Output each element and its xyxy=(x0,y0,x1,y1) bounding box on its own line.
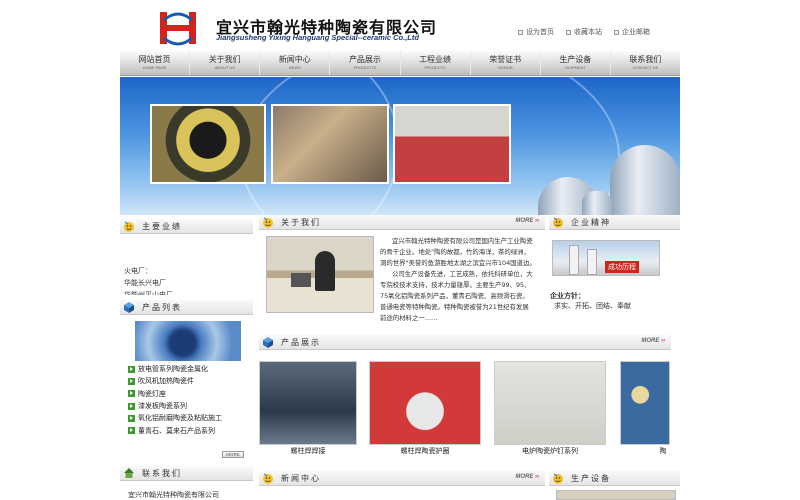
product-caption[interactable]: 螺柱焊陶瓷护圈 xyxy=(369,446,481,456)
chimney-graphic xyxy=(569,245,579,275)
product-list-item[interactable]: 陶瓷灯座 xyxy=(128,388,222,400)
bullet-icon xyxy=(566,29,571,35)
product-card-furnace-nail[interactable] xyxy=(494,361,606,445)
set-homepage-link[interactable]: 设为首页 xyxy=(518,27,554,37)
nav-honor[interactable]: 荣誉证书 HONOR xyxy=(471,50,541,75)
spirit-title: 企业精神 xyxy=(571,217,611,227)
company-name-en: Jiangsusheng Yixing Hanguang Special--ce… xyxy=(216,33,419,42)
green-arrow-icon xyxy=(128,390,135,398)
smiley-icon xyxy=(263,473,273,484)
about-text: 宜兴市翰光特种陶瓷有限公司是国内生产工业陶瓷 的骨干企业。地处"陶的故都，竹的海… xyxy=(380,237,536,322)
spirit-header: 企业精神 xyxy=(549,215,680,230)
main-business-header: 主要业绩 xyxy=(120,219,253,234)
nav-home[interactable]: 网站首页 HOME PAGE xyxy=(120,50,191,75)
nav-about[interactable]: 关于我们 ABOUT US xyxy=(190,50,261,75)
person-figure xyxy=(315,251,335,291)
bookmark-link[interactable]: 收藏本站 xyxy=(566,27,602,37)
computer-monitor xyxy=(291,273,311,287)
about-header: 关于我们 MORE ›› xyxy=(259,215,545,230)
product-card-stud-weld[interactable] xyxy=(259,361,357,445)
about-photo xyxy=(266,236,374,313)
products-show-title: 产品展示 xyxy=(281,337,321,347)
cube-icon xyxy=(263,337,273,348)
product-list-item[interactable]: 氧化铝耐磨陶瓷及粘贴施工 xyxy=(128,412,222,424)
chimney-graphic xyxy=(587,249,597,275)
bullet-icon xyxy=(614,29,619,35)
green-arrow-icon xyxy=(128,377,135,385)
banner-storage-tank xyxy=(582,191,612,215)
main-business-title: 主要业绩 xyxy=(142,221,182,231)
product-card-ceramic-ring[interactable] xyxy=(369,361,481,445)
product-list-item[interactable]: 放电管系列陶瓷金属化 xyxy=(128,363,222,375)
banner-photo-ceramic-worker xyxy=(271,104,389,184)
main-nav: 网站首页 HOME PAGE 关于我们 ABOUT US 新闻中心 NEWS 产品展示… xyxy=(120,50,680,76)
green-arrow-icon xyxy=(128,427,135,435)
product-caption[interactable]: 陶 xyxy=(656,446,670,456)
product-caption[interactable]: 电炉陶瓷炉钉系列 xyxy=(494,446,606,456)
banner-photo-ceramic-tiles xyxy=(393,104,511,184)
about-title: 关于我们 xyxy=(281,217,321,227)
nav-contact[interactable]: 联系我们 CONTACT US xyxy=(611,50,680,75)
product-caption[interactable]: 螺柱焊焊接 xyxy=(259,446,357,456)
product-list-title: 产品列表 xyxy=(142,302,182,312)
hero-banner xyxy=(120,77,680,215)
about-more-link[interactable]: MORE ›› xyxy=(515,218,539,224)
products-show-header: 产品展示 MORE ›› xyxy=(259,335,671,350)
products-more-link[interactable]: MORE ›› xyxy=(641,338,665,344)
cube-icon xyxy=(124,302,134,313)
product-list-header: 产品列表 xyxy=(120,300,253,315)
contact-title: 联系我们 xyxy=(142,468,182,478)
equipment-photo[interactable] xyxy=(556,490,676,500)
policy-text: 求实、开拓、团结、奉献 xyxy=(554,302,631,310)
smiley-icon xyxy=(553,217,563,228)
nav-equipment[interactable]: 生产设备 OUIPMENT xyxy=(541,50,611,75)
contact-header: 联系我们 xyxy=(120,466,253,481)
success-history-banner[interactable]: 成功历程 xyxy=(552,240,660,276)
equipment-header: 生产设备 xyxy=(549,471,680,486)
bullet-icon xyxy=(518,29,523,35)
success-history-label: 成功历程 xyxy=(605,261,639,273)
house-icon xyxy=(124,468,134,478)
green-arrow-icon xyxy=(128,414,135,422)
product-list-item[interactable]: 吹风机加热陶瓷件 xyxy=(128,375,222,387)
news-header: 新闻中心 MORE ›› xyxy=(259,471,545,486)
product-list-image[interactable] xyxy=(134,320,242,362)
smiley-icon xyxy=(553,473,563,484)
product-card-partial[interactable] xyxy=(620,361,670,445)
smiley-icon xyxy=(263,217,273,228)
nav-products[interactable]: 产品展示 PRODUCTS xyxy=(330,50,401,75)
equipment-title: 生产设备 xyxy=(571,473,611,483)
green-arrow-icon xyxy=(128,365,135,373)
page: 宜兴市翰光特种陶瓷有限公司 Jiangsusheng Yixing Hangua… xyxy=(120,0,680,500)
main-business-list: 火电厂： 华能长兴电厂 华能州平山电厂 xyxy=(124,267,173,295)
green-arrow-icon xyxy=(128,402,135,410)
smiley-icon xyxy=(124,221,134,232)
product-list-items: 放电管系列陶瓷金属化 吹风机加热陶瓷件 陶瓷灯座 漆发板陶瓷系列 氧化铝耐磨陶瓷… xyxy=(128,363,222,437)
product-list-item[interactable]: 漆发板陶瓷系列 xyxy=(128,400,222,412)
nav-news[interactable]: 新闻中心 NEWS xyxy=(260,50,331,75)
banner-photo-kiln-worker xyxy=(150,104,266,184)
product-list-more-button[interactable]: MORE xyxy=(222,451,244,458)
news-more-link[interactable]: MORE ›› xyxy=(515,474,539,480)
banner-storage-tank xyxy=(610,145,680,215)
contact-line: 宜兴市翰光特种陶瓷有限公司 xyxy=(128,491,219,499)
news-title: 新闻中心 xyxy=(281,473,321,483)
nav-projects[interactable]: 工程业绩 PROJECTS xyxy=(401,50,471,75)
top-links: 设为首页 收藏本站 企业邮箱 xyxy=(518,27,650,37)
company-logo xyxy=(160,12,196,46)
company-mail-link[interactable]: 企业邮箱 xyxy=(614,27,650,37)
product-list-item[interactable]: 董青石、莫来石产品系列 xyxy=(128,424,222,436)
